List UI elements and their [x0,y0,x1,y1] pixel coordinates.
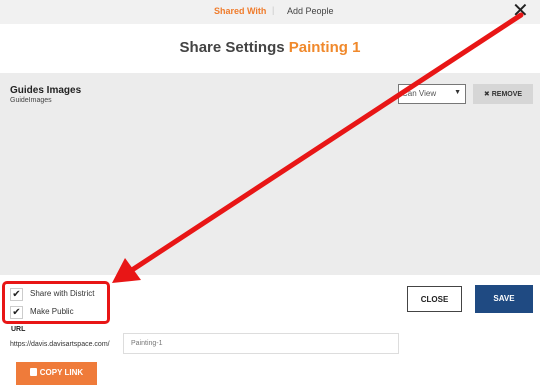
chevron-down-icon: ▼ [454,89,461,96]
copy-icon [29,368,37,376]
tab-add-people[interactable]: Add People [287,6,334,16]
permission-select[interactable]: Can View ▼ [398,84,466,104]
save-button[interactable]: SAVE [475,285,533,313]
tab-shared-with[interactable]: Shared With [214,6,266,16]
close-icon[interactable]: ✕ [512,1,529,21]
title-prefix: Share Settings [179,39,285,56]
annotation-highlight-box [2,281,110,324]
shared-list: Guides Images GuideImages Can View ▼ ✖ R… [0,73,540,275]
tab-bar: Shared With | Add People [0,0,540,24]
url-slug-input[interactable]: Painting-1 [123,333,399,354]
shared-item-subtitle: GuideImages [10,97,52,104]
url-prefix: https://davis.davisartspace.com/ [10,341,110,348]
shared-item-name: Guides Images [10,85,82,96]
tab-separator: | [272,5,275,15]
remove-button[interactable]: ✖ REMOVE [473,84,533,104]
copy-link-label: COPY LINK [39,368,84,377]
url-label: URL [11,326,26,333]
copy-link-button[interactable]: COPY LINK [16,362,97,385]
permission-value: Can View [402,89,437,98]
close-button[interactable]: CLOSE [407,286,462,312]
page-title: Share Settings Painting 1 [0,39,540,56]
title-item-name: Painting 1 [288,39,361,56]
